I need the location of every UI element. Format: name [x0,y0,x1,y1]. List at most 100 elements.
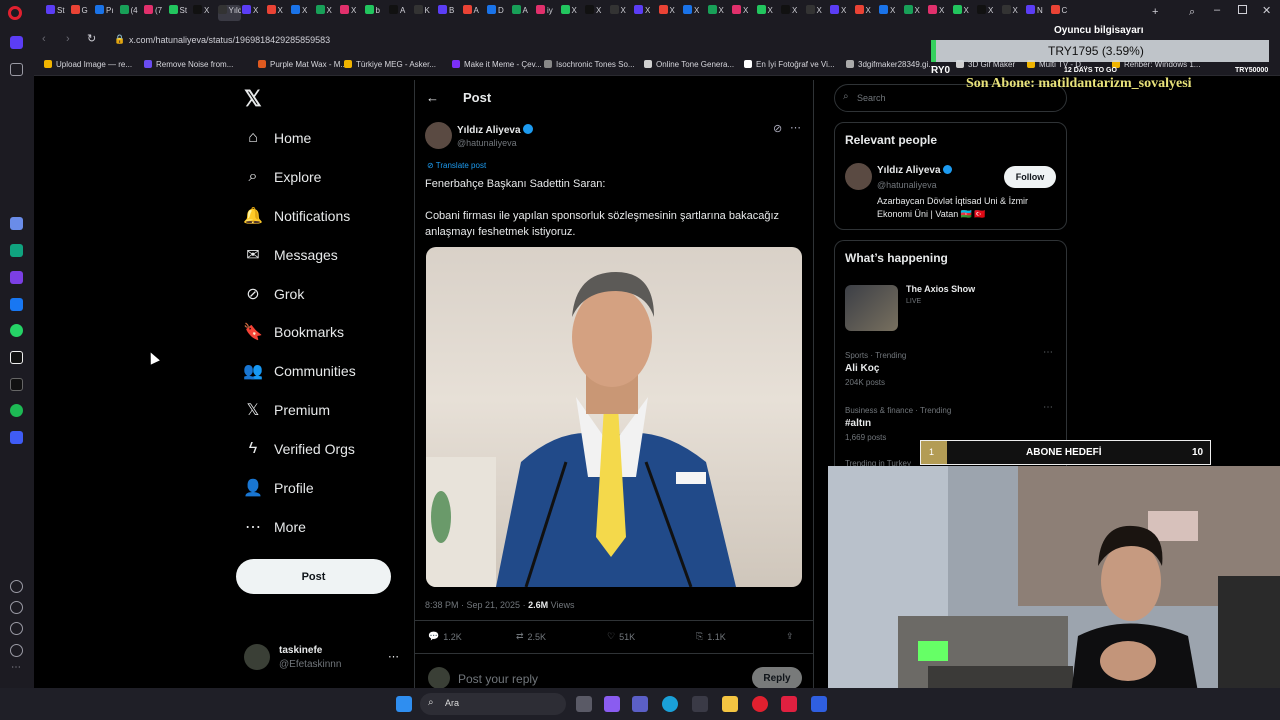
browser-tab[interactable]: b [364,5,388,21]
browser-tab[interactable]: B [438,5,461,21]
chatgpt-icon[interactable] [10,244,23,257]
follow-button[interactable]: Follow [1004,166,1056,188]
share-icon[interactable]: ⇪ [786,631,794,642]
nav-item-communities[interactable]: 👥 Communities [243,359,356,383]
trend-name[interactable]: #altın [845,418,871,429]
browser-tab[interactable]: X [732,5,755,21]
nav-item-profile[interactable]: 👤 Profile [243,476,314,500]
file-explorer-icon[interactable] [722,696,738,712]
browser-tab[interactable]: Pı [95,5,118,21]
browser-tab[interactable]: X [585,5,608,21]
browser-tab[interactable]: D [487,5,510,21]
nav-item-bookmarks[interactable]: 🔖 Bookmarks [243,320,344,344]
bookmark-item[interactable]: Remove Noise from... [144,60,233,69]
trend-name[interactable]: Ali Koç [845,363,879,374]
trend-more-icon[interactable]: ⋯ [1043,402,1053,413]
reload-icon[interactable]: ↻ [87,32,96,45]
bookmark-action[interactable]: ⎘ 1.1K [696,631,726,642]
browser-tab[interactable]: (7 [144,5,167,21]
browser-tab[interactable]: X [340,5,363,21]
forward-icon[interactable]: › [66,33,70,45]
browser-tab[interactable]: X [315,5,339,21]
opera-logo-icon[interactable] [8,6,22,20]
nav-item-explore[interactable]: ⌕ Explore [244,165,322,189]
post-more-icon[interactable]: ⋯ [790,121,801,134]
browser-tab[interactable]: X [560,5,584,21]
home-icon[interactable] [10,36,23,49]
browser-tab[interactable]: X [805,5,829,21]
post-button[interactable]: Post [236,559,391,594]
url-field[interactable]: x.com/hatunaliyeva/status/19698184292858… [129,35,330,45]
maximize-icon[interactable] [1238,5,1247,14]
reply-button[interactable]: Reply [752,667,802,689]
bookmark-item[interactable]: Online Tone Genera... [644,60,734,69]
person-handle[interactable]: @hatunaliyeva [877,180,937,190]
post-image[interactable] [426,247,802,587]
browser-tab[interactable]: X [266,5,290,21]
bookmark-item[interactable]: Make it Meme - Çev... [452,60,542,69]
nav-item-premium[interactable]: 𝕏 Premium [244,398,330,422]
spotify-icon[interactable] [10,404,23,417]
grok-icon[interactable]: ⊘ [773,122,782,135]
author-handle[interactable]: @hatunaliyeva [457,138,517,148]
person-name[interactable]: Yıldız Aliyeva [877,165,953,176]
app-taskbar-icon-2[interactable] [811,696,827,712]
browser-tab[interactable]: X [193,5,216,21]
browser-tab[interactable]: X [977,5,1000,21]
browser-tab[interactable]: G [70,5,94,21]
browser-tab[interactable]: X [658,5,682,21]
browser-tab[interactable]: iy [536,5,559,21]
browser-tab[interactable]: X [1001,5,1025,21]
person-avatar[interactable] [845,163,872,190]
store-icon[interactable] [692,696,708,712]
browser-tab[interactable]: X [781,5,804,21]
browser-tab[interactable]: Yıldı [217,5,241,21]
browser-tab[interactable]: (4 [119,5,143,21]
new-tab-icon[interactable]: + [1152,6,1158,18]
teams-icon[interactable] [632,696,648,712]
repost-action[interactable]: ⇄ 2.5K [516,631,546,642]
x-icon[interactable] [10,378,23,391]
browser-tab[interactable]: St [168,5,192,21]
bookmark-item[interactable]: Upload Image — re... [44,60,132,69]
browser-tab[interactable]: X [854,5,878,21]
browser-tab[interactable]: X [903,5,927,21]
more-icon[interactable]: ⋯ [11,662,21,673]
app-icon[interactable] [10,271,23,284]
bookmark-item[interactable]: Isochronic Tones So... [544,60,635,69]
author-name[interactable]: Yıldız Aliyeva [457,124,534,136]
browser-tab[interactable]: X [830,5,853,21]
minimize-icon[interactable]: – [1214,4,1220,16]
browser-tab[interactable]: X [928,5,951,21]
browser-tab[interactable]: A [389,5,412,21]
browser-tab[interactable]: C [1050,5,1074,21]
bookmark-item[interactable]: 3dgifmaker28349.gi... [846,60,935,69]
browser-tab[interactable]: X [609,5,633,21]
aria-icon[interactable] [10,217,23,230]
star-icon[interactable] [10,63,23,76]
browser-tab[interactable]: X [634,5,657,21]
nav-item-more[interactable]: ⋯ More [244,515,306,539]
browser-tab[interactable]: N [1026,5,1049,21]
browser-tab[interactable]: X [242,5,265,21]
trend-more-icon[interactable]: ⋯ [1043,347,1053,358]
reply-action[interactable]: 💬 1.2K [428,631,462,642]
browser-tab[interactable]: X [683,5,706,21]
browser-tab[interactable]: X [291,5,314,21]
translate-link[interactable]: ⊘ Translate post [427,161,486,170]
back-arrow-icon[interactable]: ← [426,90,439,105]
nav-item-notifications[interactable]: 🔔 Notifications [243,204,350,228]
lightbulb-icon[interactable] [10,644,23,657]
windows-start-icon[interactable] [396,696,412,712]
nav-item-verified-orgs[interactable]: ϟ Verified Orgs [244,437,355,461]
search-input[interactable]: Search [857,93,886,103]
browser-tab[interactable]: X [756,5,780,21]
bookmark-item[interactable]: Türkiye MEG - Asker... [344,60,436,69]
app-taskbar-icon[interactable] [781,696,797,712]
show-title[interactable]: The Axios Show [906,284,975,294]
nav-item-messages[interactable]: ✉ Messages [244,243,338,267]
taskbar-search[interactable]: ⌕ Ara [420,693,566,715]
author-avatar[interactable] [425,122,452,149]
x-logo-icon[interactable]: 𝕏 [244,86,262,112]
tiktok-icon[interactable] [10,351,23,364]
